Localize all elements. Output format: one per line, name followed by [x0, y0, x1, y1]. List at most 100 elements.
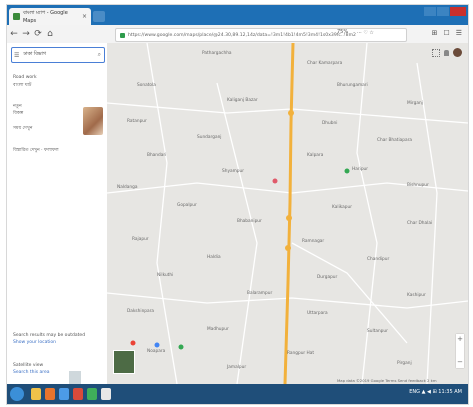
map-canvas[interactable]: Pathargachha Char Kamarpara Sonatola Bhu…: [107, 43, 468, 384]
satellite-label[interactable]: Satellite view: [13, 363, 43, 368]
zoom-out-button[interactable]: −: [456, 357, 464, 368]
search-area-link[interactable]: Search this area: [13, 370, 50, 375]
app-icon[interactable]: [59, 388, 69, 400]
place-pin: [344, 168, 350, 174]
map-label[interactable]: Shyampur: [222, 169, 244, 174]
map-label[interactable]: Naldanga: [117, 185, 138, 190]
tab-strip: বাংলা ম্যাপ - Google Maps ×: [7, 5, 468, 25]
url-text: https://www.google.com/maps/place/@24.30…: [128, 32, 356, 38]
map-footer: Map data ©2019 Google Terms Send feedbac…: [337, 378, 437, 383]
app-icon[interactable]: [101, 388, 111, 400]
layers-toggle[interactable]: [113, 350, 135, 374]
map-label[interactable]: Uttarpara: [307, 311, 328, 316]
map-label[interactable]: Char Dhalai: [407, 221, 432, 226]
map-label[interactable]: Haldia: [207, 255, 221, 260]
menu-icon[interactable]: ☰: [456, 29, 462, 37]
start-button[interactable]: [10, 387, 24, 401]
map-label[interactable]: Sonatola: [137, 83, 156, 88]
back-icon[interactable]: ←: [9, 29, 19, 39]
map-label[interactable]: Pathargachha: [202, 51, 232, 56]
search-input[interactable]: ঢাকা বিভাগ: [23, 51, 46, 59]
search-icon[interactable]: ⌕: [98, 51, 101, 59]
map-label[interactable]: Kashipur: [407, 293, 426, 298]
new-tab-button[interactable]: [93, 11, 105, 22]
road: [107, 102, 468, 124]
map-label[interactable]: Char Kamarpara: [307, 61, 342, 66]
map-label[interactable]: Ramnagar: [302, 239, 324, 244]
map-label[interactable]: Kalikapur: [332, 205, 352, 210]
highway-marker: [285, 245, 291, 251]
map-label[interactable]: Balarampur: [247, 291, 272, 296]
street-view-thumb[interactable]: [69, 371, 81, 385]
sidebar-icon[interactable]: ☐: [443, 29, 449, 37]
firefox-icon[interactable]: [45, 388, 55, 400]
map-label[interactable]: Rangpur Hat: [287, 351, 314, 356]
map-roads: [107, 43, 468, 384]
map-label[interactable]: Ratanpur: [127, 119, 147, 124]
map-label[interactable]: Noapara: [147, 349, 165, 354]
map-label[interactable]: Dakshinpara: [127, 309, 154, 314]
tab-title: বাংলা ম্যাপ - Google Maps: [22, 9, 68, 24]
place-pin: [272, 178, 278, 184]
zoom-level[interactable]: 75%: [337, 29, 348, 35]
library-icon[interactable]: ⊞: [432, 29, 438, 37]
map-label[interactable]: Chandipur: [367, 257, 389, 262]
home-icon[interactable]: ⌂: [45, 29, 55, 39]
map-label[interactable]: Pirganj: [397, 361, 412, 366]
app-icon[interactable]: [73, 388, 83, 400]
avatar[interactable]: [453, 48, 462, 57]
place-line-2: বাংলা ঘাট: [13, 83, 32, 88]
tab-close-icon[interactable]: ×: [82, 13, 87, 20]
place-photo[interactable]: [83, 107, 103, 135]
map-label[interactable]: Durgapur: [317, 275, 337, 280]
apps-grid-icon[interactable]: [432, 48, 440, 57]
maximize-button[interactable]: [437, 7, 449, 16]
place-line-6[interactable]: বিস্তারিত দেখুন · ফলাফল: [13, 147, 59, 154]
map-label[interactable]: Bhabanipur: [237, 219, 262, 224]
map-label[interactable]: Char Bhatiapara: [377, 138, 412, 143]
notifications-icon[interactable]: [444, 49, 449, 56]
place-line-4: বিকল্প: [13, 111, 24, 116]
map-label[interactable]: Gopalpur: [177, 203, 197, 208]
highway-marker: [288, 110, 294, 116]
map-label[interactable]: Haripur: [352, 167, 368, 172]
close-window-button[interactable]: [450, 7, 466, 16]
map-label[interactable]: Dhubni: [322, 121, 337, 126]
forward-icon[interactable]: →: [21, 29, 31, 39]
place-pin: [154, 342, 160, 348]
map-label[interactable]: Rajapur: [132, 237, 149, 242]
highway-marker: [286, 215, 292, 221]
account-area: [432, 48, 462, 57]
minimize-button[interactable]: [424, 7, 436, 16]
map-label[interactable]: Sultanpur: [367, 329, 388, 334]
map-label[interactable]: Nilkuthi: [157, 273, 173, 278]
explorer-icon[interactable]: [31, 388, 41, 400]
system-tray[interactable]: ENG ▲ ◀ ⊞ 11:35 AM: [409, 389, 462, 395]
map-label[interactable]: Bhurungamari: [337, 83, 368, 88]
reload-icon[interactable]: ⟳: [33, 29, 43, 39]
app-icon[interactable]: [87, 388, 97, 400]
place-pin: [130, 340, 136, 346]
map-label[interactable]: Jamalpur: [227, 365, 246, 370]
taskbar: ENG ▲ ◀ ⊞ 11:35 AM: [7, 384, 468, 404]
map-label[interactable]: Bishnupur: [407, 183, 429, 188]
map-label[interactable]: Sundarganj: [197, 135, 222, 140]
search-box[interactable]: ☰ ঢাকা বিভাগ ⌕: [11, 47, 105, 63]
map-label[interactable]: Kalpara: [307, 153, 323, 158]
location-link[interactable]: Show your location: [13, 340, 56, 345]
menu-icon[interactable]: ☰: [14, 52, 19, 59]
zoom-in-button[interactable]: +: [456, 334, 464, 345]
place-line-5[interactable]: সময় দেখুন: [13, 125, 32, 132]
map-label[interactable]: Madhupur: [207, 327, 229, 332]
place-line-1: Road work: [13, 75, 37, 80]
place-line-3: নতুন: [13, 104, 22, 109]
map-label[interactable]: Bhandari: [147, 153, 166, 158]
map-label[interactable]: Kaliganj Bazar: [227, 98, 258, 103]
extensions-area[interactable]: ··· ♡ ☆: [357, 30, 374, 36]
browser-tab[interactable]: বাংলা ম্যাপ - Google Maps ×: [9, 8, 91, 25]
maps-favicon-icon: [13, 13, 20, 20]
footer-note: Search results may be outdated: [13, 333, 86, 338]
side-panel: ☰ ঢাকা বিভাগ ⌕ Road work বাংলা ঘাট নতুন …: [7, 43, 108, 385]
road: [291, 242, 408, 344]
map-label[interactable]: Mirganj: [407, 101, 423, 106]
